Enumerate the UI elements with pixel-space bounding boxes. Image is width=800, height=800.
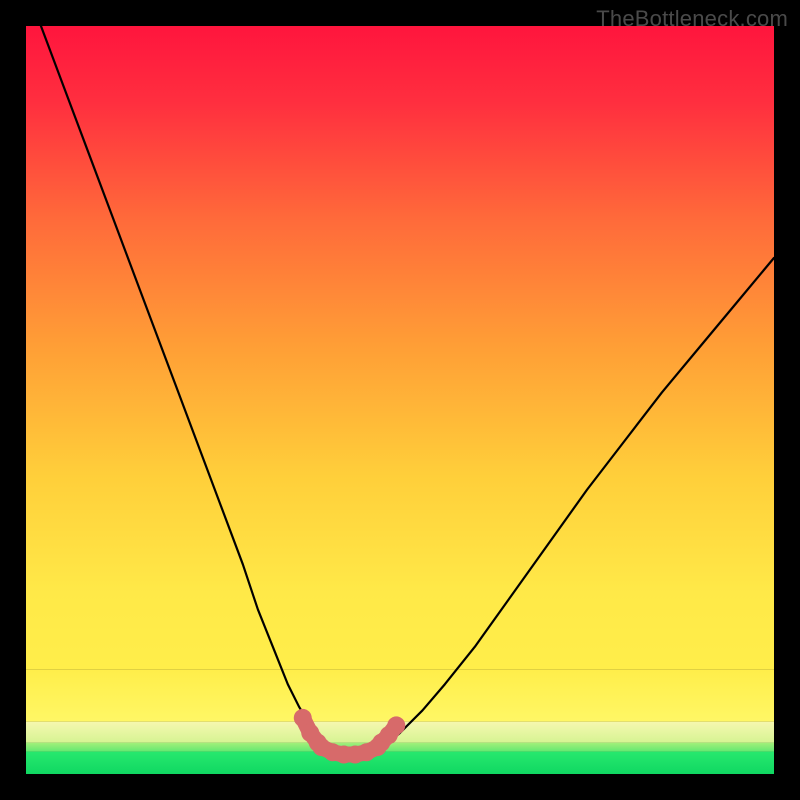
highlight-right-point xyxy=(387,716,405,734)
band-mid1 xyxy=(26,743,774,752)
chart-frame: TheBottleneck.com xyxy=(0,0,800,800)
chart-svg xyxy=(26,26,774,774)
band-mid3 xyxy=(26,669,774,721)
watermark-text: TheBottleneck.com xyxy=(596,6,788,32)
band-base xyxy=(26,752,774,774)
chart-plot-area xyxy=(26,26,774,774)
gradient-top xyxy=(26,26,774,669)
